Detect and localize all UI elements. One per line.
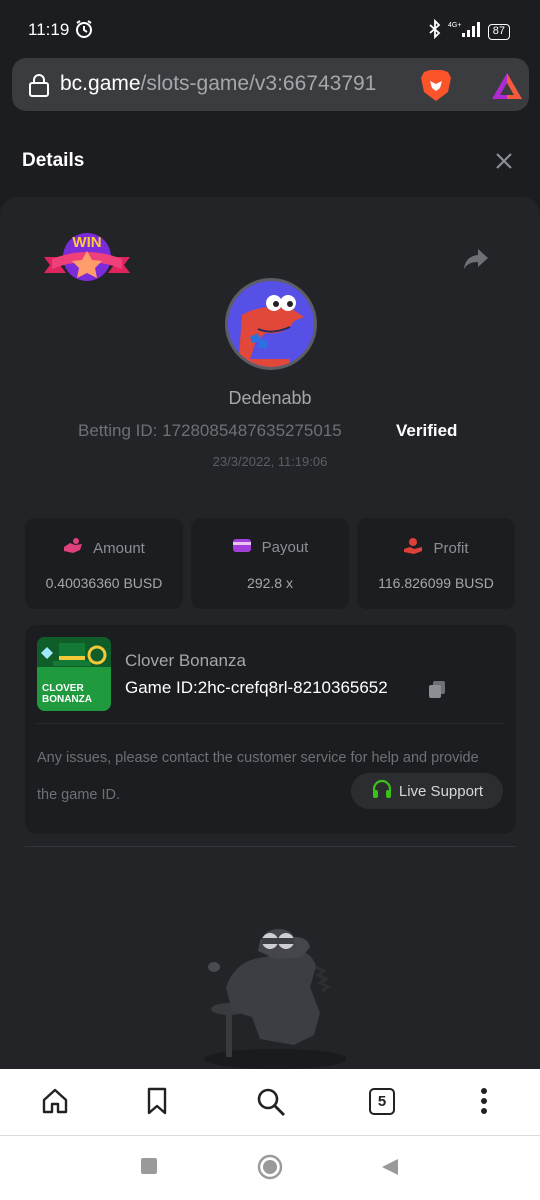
thumb-text-2: BONANZA bbox=[42, 694, 92, 705]
verified-link[interactable]: Verified bbox=[396, 421, 457, 441]
stat-label: Amount bbox=[93, 539, 145, 557]
brave-shield-icon[interactable] bbox=[416, 68, 456, 107]
live-support-button[interactable]: Live Support bbox=[351, 773, 503, 809]
divider bbox=[37, 723, 504, 724]
stat-profit: Profit 116.826099 BUSD bbox=[357, 518, 515, 609]
modal-title: Details bbox=[22, 150, 85, 171]
game-id-row: Game ID:2hc-crefq8rl-8210365652 bbox=[125, 678, 388, 698]
betting-id-value: 1728085487635275015 bbox=[162, 421, 342, 440]
svg-text:4G+: 4G+ bbox=[448, 22, 461, 29]
crocodile-mascot-image bbox=[196, 927, 348, 1074]
back-icon[interactable] bbox=[380, 1157, 400, 1182]
url-path: /slots-game/v3:66743791 bbox=[140, 72, 377, 95]
game-id-value: 2hc-crefq8rl-8210365652 bbox=[197, 678, 388, 697]
game-id-label: Game ID: bbox=[125, 678, 198, 697]
amount-icon bbox=[63, 537, 83, 559]
game-info-box: CLOVER BONANZA Clover Bonanza Game ID:2h… bbox=[25, 625, 516, 834]
search-icon[interactable] bbox=[256, 1087, 286, 1122]
tab-switcher-button[interactable]: 5 bbox=[369, 1088, 395, 1115]
profit-icon bbox=[403, 537, 423, 559]
user-avatar bbox=[225, 278, 317, 370]
signal-icon: 4G+ bbox=[448, 20, 482, 43]
live-support-label: Live Support bbox=[398, 782, 484, 800]
bet-details-card: WIN Dedenabb Betting ID: 172808548763527… bbox=[0, 197, 540, 1069]
recents-icon[interactable] bbox=[140, 1157, 158, 1180]
bluetooth-icon bbox=[428, 18, 442, 44]
url-host: bc.game bbox=[60, 72, 141, 95]
headset-icon bbox=[371, 778, 393, 804]
share-icon[interactable] bbox=[462, 247, 490, 276]
betting-id-label: Betting ID: bbox=[78, 421, 158, 440]
stat-label: Payout bbox=[261, 538, 309, 556]
stat-value: 0.40036360 BUSD bbox=[45, 575, 163, 591]
section-divider bbox=[25, 846, 516, 847]
game-name[interactable]: Clover Bonanza bbox=[125, 651, 246, 671]
status-bar: 11:19 4G+ 87 bbox=[0, 0, 540, 58]
home-circle-icon[interactable] bbox=[257, 1154, 283, 1185]
thumb-text-1: CLOVER bbox=[42, 683, 84, 694]
brave-rewards-icon[interactable] bbox=[490, 71, 524, 106]
bet-date: 23/3/2022, 11:19:06 bbox=[212, 454, 328, 469]
stat-amount: Amount 0.40036360 BUSD bbox=[25, 518, 183, 609]
browser-bottom-toolbar: 5 bbox=[0, 1069, 540, 1136]
url-text[interactable]: bc.game/slots-game/v3:66743791 bbox=[60, 72, 415, 96]
win-badge: WIN bbox=[42, 227, 132, 302]
stat-value: 292.8 x bbox=[247, 575, 293, 591]
status-time: 11:19 bbox=[28, 20, 70, 39]
stat-value: 116.826099 BUSD bbox=[378, 575, 494, 591]
username: Dedenabb bbox=[228, 388, 312, 408]
home-icon[interactable] bbox=[41, 1087, 69, 1120]
bookmark-icon[interactable] bbox=[146, 1087, 168, 1120]
details-modal: Details WIN Dedenabb Betting ID: 1728085… bbox=[0, 123, 540, 1069]
battery-indicator: 87 bbox=[487, 23, 510, 40]
betting-id-row: Betting ID: 1728085487635275015 bbox=[78, 421, 342, 441]
lock-icon[interactable] bbox=[28, 73, 50, 102]
alarm-icon bbox=[74, 19, 94, 44]
more-menu-icon[interactable] bbox=[480, 1087, 488, 1120]
copy-icon[interactable] bbox=[427, 679, 447, 704]
game-thumbnail[interactable]: CLOVER BONANZA bbox=[37, 637, 111, 711]
wallet-icon bbox=[232, 537, 252, 557]
stat-label: Profit bbox=[433, 539, 469, 557]
win-badge-label: WIN bbox=[72, 234, 101, 251]
stat-payout: Payout 292.8 x bbox=[191, 518, 349, 609]
address-bar[interactable]: bc.game/slots-game/v3:66743791 bbox=[12, 58, 529, 111]
android-navigation-bar bbox=[0, 1136, 540, 1200]
close-icon[interactable] bbox=[494, 151, 514, 176]
